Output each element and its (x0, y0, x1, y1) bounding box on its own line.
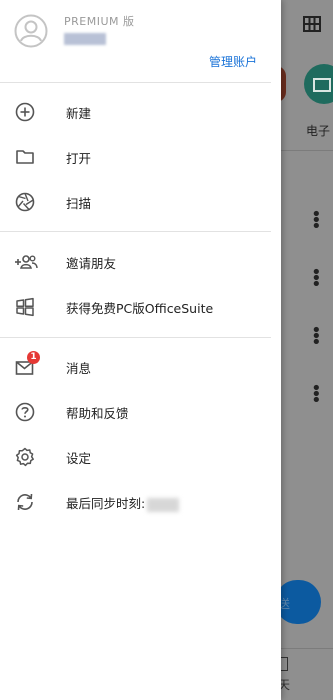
more-options-icon[interactable]: • • • (311, 206, 322, 236)
manage-account-link[interactable]: 管理账户 (209, 53, 257, 70)
user-email-redacted (64, 33, 106, 45)
avatar-icon[interactable] (14, 14, 48, 48)
camera-shutter-icon (14, 191, 36, 213)
menu-item-invite-friends[interactable]: 邀请朋友 (0, 240, 271, 284)
menu-item-label: 邀请朋友 (66, 256, 117, 271)
menu-item-new[interactable]: 新建 (0, 90, 271, 134)
menu-item-label: 设定 (66, 451, 92, 466)
more-options-icon[interactable]: • • • (311, 322, 322, 352)
menu-item-help-feedback[interactable]: 帮助和反馈 (0, 390, 271, 434)
grid-view-icon[interactable] (303, 16, 321, 32)
more-options-icon[interactable]: • • • (311, 380, 322, 410)
gear-icon (14, 446, 36, 468)
menu-item-label: 帮助和反馈 (66, 406, 129, 421)
profile-header: PREMIUM 版 管理账户 (0, 0, 281, 82)
plus-circle-icon (14, 101, 36, 123)
windows-icon (14, 296, 36, 318)
navigation-drawer: PREMIUM 版 管理账户 新建 打开 扫描 邀请朋友 获得免费PC版Offi… (0, 0, 281, 700)
add-people-icon (14, 251, 38, 273)
folder-icon (14, 146, 36, 168)
bottom-bar-divider (281, 648, 333, 649)
menu-item-label: 扫描 (66, 196, 92, 211)
menu-item-label: 消息 (66, 361, 92, 376)
background-app-label: 电子 (306, 124, 331, 138)
help-circle-icon (14, 401, 36, 423)
menu-item-label: 获得免费PC版OfficeSuite (66, 301, 214, 316)
menu-item-scan[interactable]: 扫描 (0, 180, 271, 224)
menu-item-open[interactable]: 打开 (0, 135, 271, 179)
menu-item-settings[interactable]: 设定 (0, 435, 271, 479)
envelope-icon (313, 78, 331, 92)
divider (0, 82, 271, 83)
unread-badge: 1 (27, 351, 40, 364)
menu-item-last-sync[interactable]: 最后同步时刻: (0, 480, 271, 524)
menu-item-label: 最后同步时刻: (66, 493, 180, 512)
menu-item-messages[interactable]: 1 消息 (0, 345, 271, 389)
divider (0, 231, 271, 232)
plan-label: PREMIUM 版 (64, 15, 135, 28)
last-sync-label: 最后同步时刻: (66, 496, 146, 511)
menu-item-label: 打开 (66, 151, 92, 166)
menu-item-label: 新建 (66, 106, 92, 121)
menu-item-get-pc-version[interactable]: 获得免费PC版OfficeSuite (0, 285, 271, 329)
background-divider (281, 150, 333, 151)
divider (0, 337, 271, 338)
last-sync-value-redacted (147, 497, 180, 512)
sync-icon (14, 491, 36, 513)
more-options-icon[interactable]: • • • (311, 264, 322, 294)
